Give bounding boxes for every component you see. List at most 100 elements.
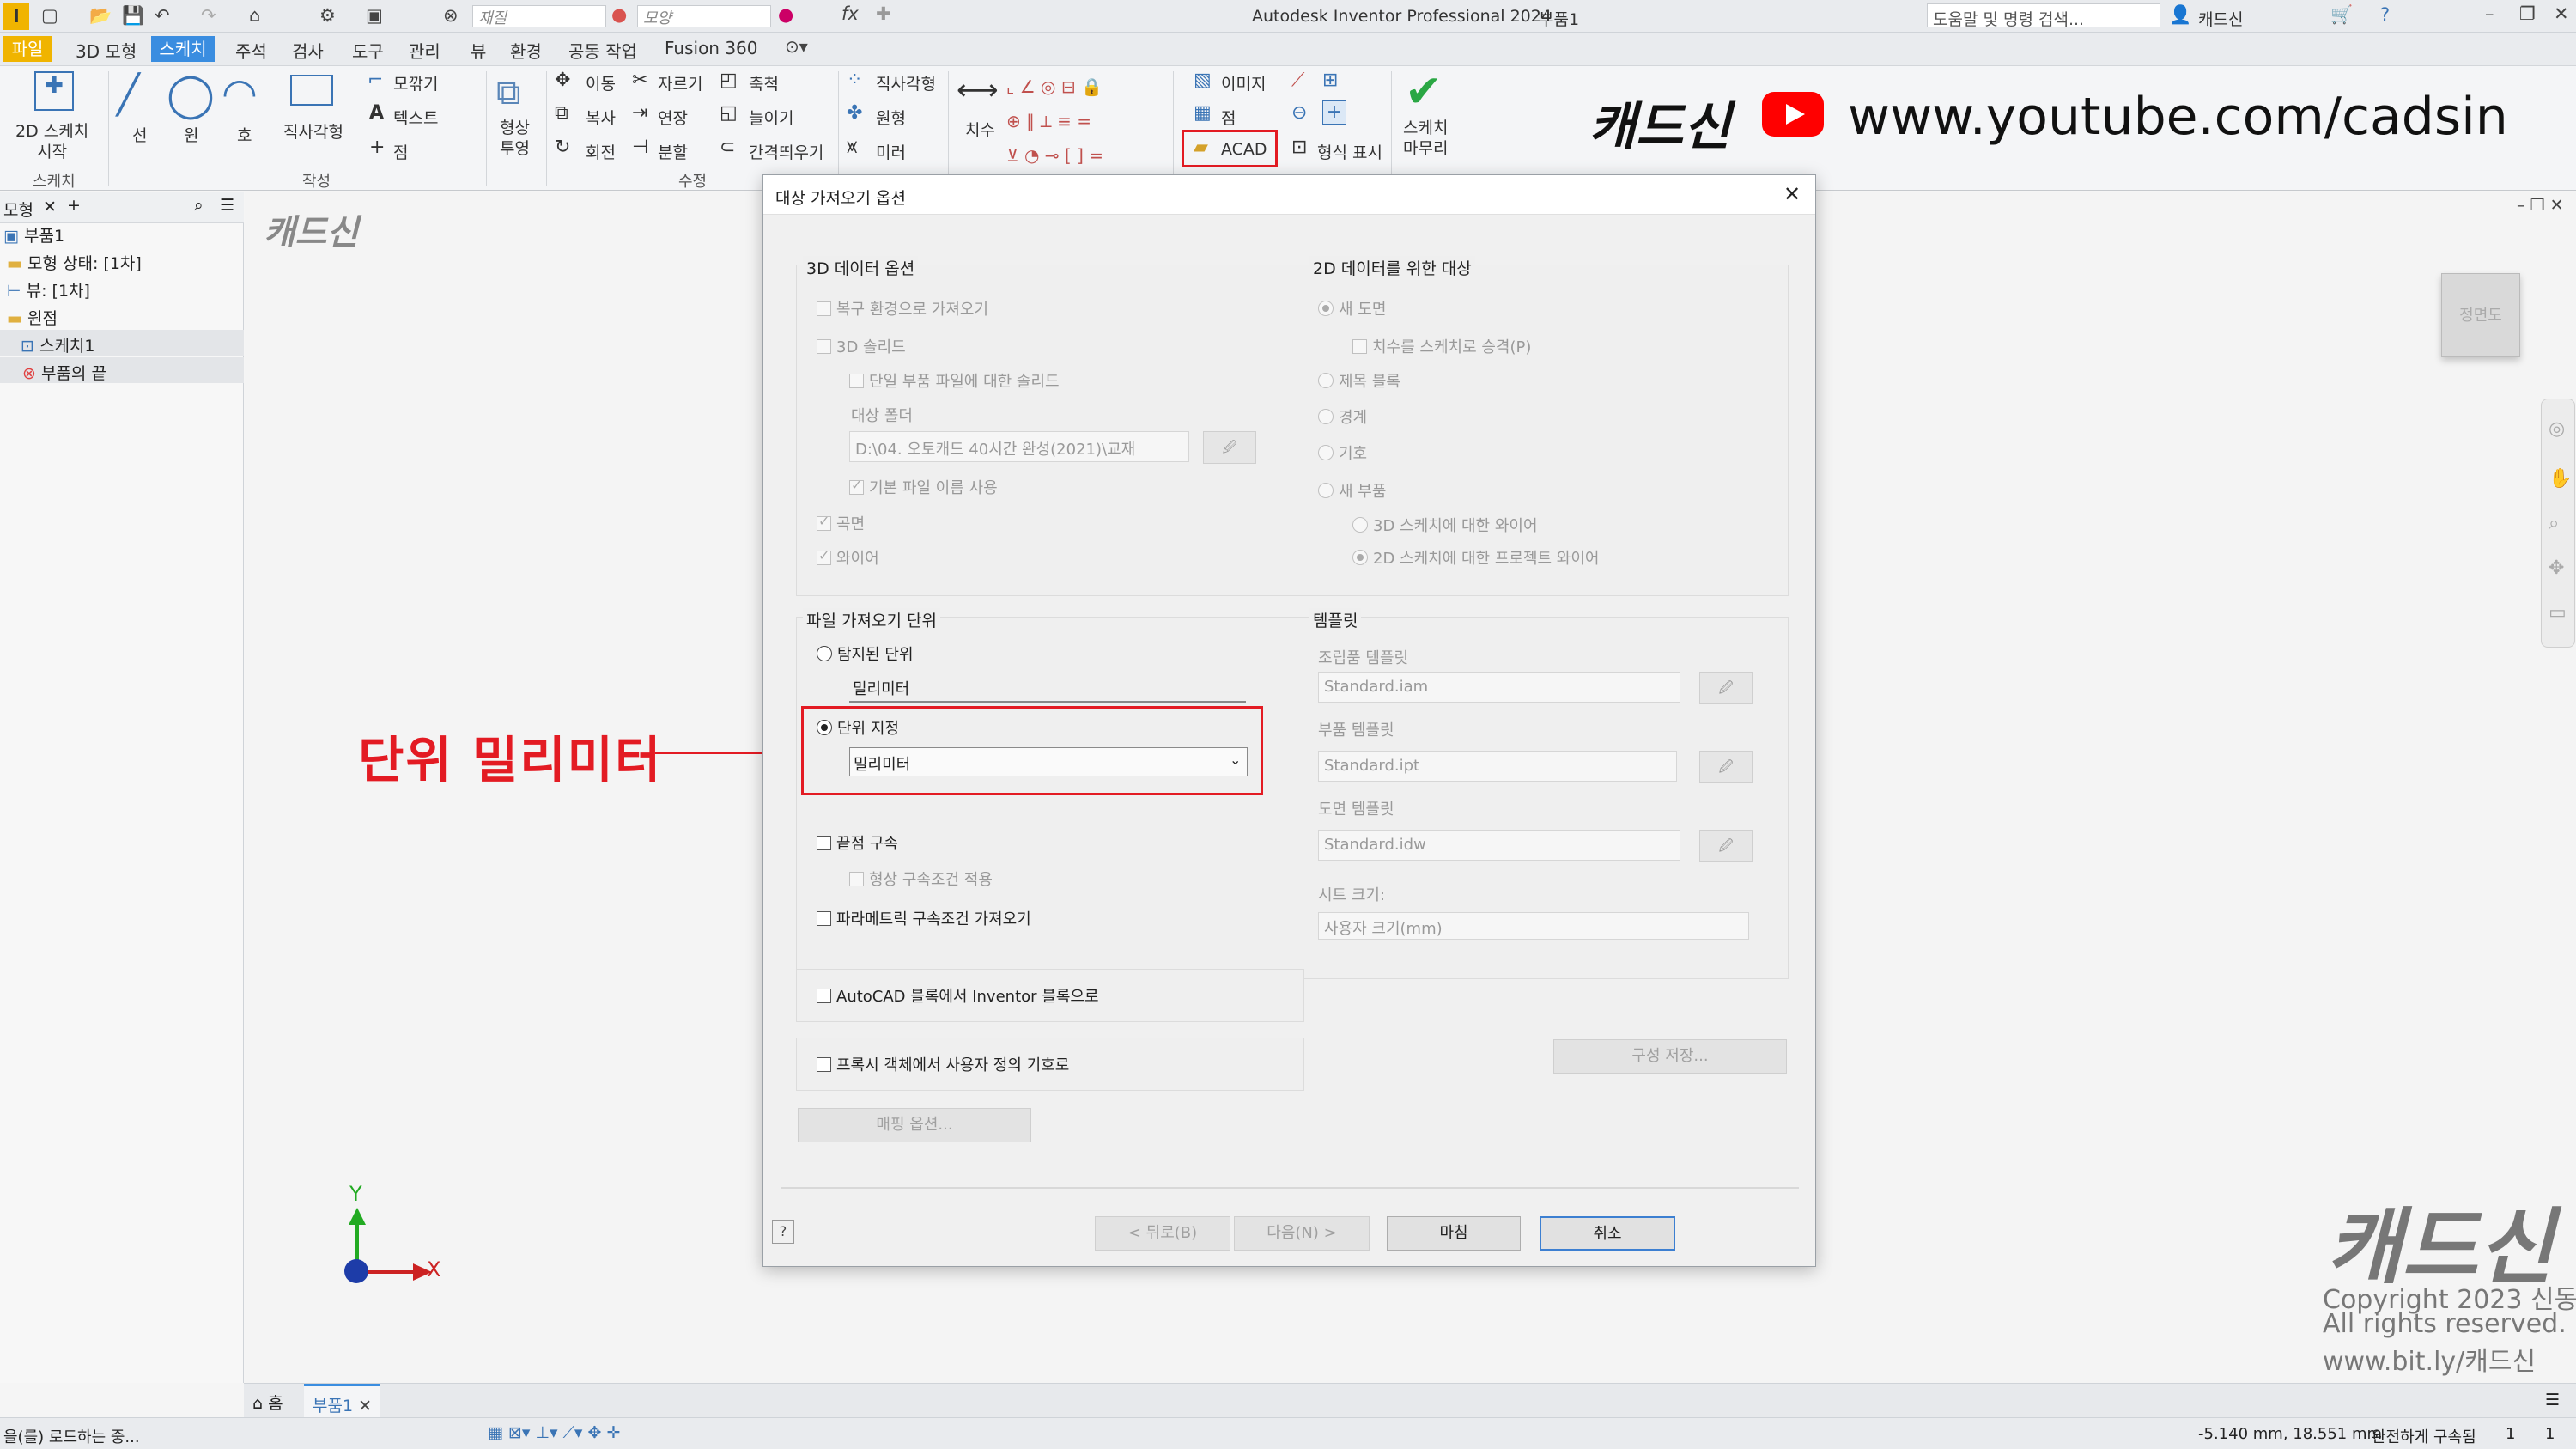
save-icon[interactable]: 💾 bbox=[122, 5, 144, 27]
help-search-input[interactable]: 도움말 및 명령 검색... bbox=[1927, 3, 2160, 29]
offset-label[interactable]: 간격띄우기 bbox=[749, 140, 823, 163]
radio-2d-sketch-wire[interactable]: 2D 스케치에 대한 프로젝트 와이어 bbox=[1352, 546, 1599, 569]
tab-manage[interactable]: 관리 bbox=[409, 38, 440, 63]
circle-label[interactable]: 원 bbox=[184, 123, 198, 146]
measure-icon[interactable]: ▣ bbox=[366, 5, 383, 26]
checkbox-parametric-constraint[interactable]: 파라메트릭 구속조건 가져오기 bbox=[817, 907, 1031, 929]
tab-view[interactable]: 뷰 bbox=[471, 38, 486, 63]
tab-annotate[interactable]: 주석 bbox=[235, 38, 267, 63]
acad-label[interactable]: ACAD bbox=[1221, 140, 1267, 159]
tree-item-view[interactable]: ⊢ 뷰: [1차] bbox=[7, 278, 90, 301]
close-icon[interactable]: ✕ bbox=[2554, 3, 2569, 24]
dimension-label[interactable]: 치수 bbox=[965, 118, 995, 141]
checkbox-promote-dims[interactable]: 치수를 스케치로 승격(P) bbox=[1352, 335, 1531, 357]
look-at-icon[interactable]: ▭ bbox=[2549, 602, 2567, 624]
pan-icon[interactable]: ✋ bbox=[2549, 468, 2572, 490]
checkbox-restore-env[interactable]: 복구 환경으로 가져오기 bbox=[817, 297, 988, 320]
close-tab-icon[interactable]: ✕ bbox=[43, 198, 57, 216]
app-icon[interactable]: I bbox=[3, 3, 29, 30]
checkbox-endpoint-constraint[interactable]: 끝점 구속 bbox=[817, 831, 898, 854]
zoom-icon[interactable]: ⌕ bbox=[2549, 513, 2559, 534]
tab-file[interactable]: 파일 bbox=[3, 36, 52, 62]
clear-appearance-icon[interactable]: ● bbox=[778, 4, 793, 25]
radio-new-drawing[interactable]: 새 도면 bbox=[1318, 297, 1386, 320]
fx-icon[interactable]: fx bbox=[841, 3, 859, 24]
user-icon[interactable]: 👤 bbox=[2169, 4, 2191, 26]
finish-button[interactable]: 마침 bbox=[1387, 1216, 1521, 1251]
help-icon[interactable]: ? bbox=[772, 1220, 794, 1244]
tab-part1[interactable]: 부품1 ✕ bbox=[304, 1384, 381, 1418]
appearance-icon[interactable]: ● bbox=[611, 4, 627, 25]
construction-icon[interactable]: ⟋ bbox=[1291, 70, 1304, 91]
mapping-options-button[interactable]: 매핑 옵션... bbox=[798, 1108, 1031, 1142]
move-label[interactable]: 이동 bbox=[586, 71, 616, 94]
rotate-label[interactable]: 회전 bbox=[586, 140, 616, 163]
browse-part-button[interactable]: 🖉 bbox=[1699, 751, 1753, 783]
tree-item-end-of-part[interactable]: ⊗ 부품의 끝 bbox=[0, 357, 244, 383]
circle-icon[interactable]: ◯ bbox=[167, 70, 215, 119]
browse-assembly-button[interactable]: 🖉 bbox=[1699, 672, 1753, 704]
acad-icon[interactable]: ▰ bbox=[1194, 137, 1208, 158]
radio-detected-units[interactable]: 탐지된 단위 bbox=[817, 642, 914, 665]
stretch-label[interactable]: 늘이기 bbox=[749, 106, 793, 129]
text-label[interactable]: 텍스트 bbox=[393, 106, 438, 129]
mirror-icon[interactable]: ⩙ bbox=[847, 137, 857, 158]
browse-drawing-button[interactable]: 🖉 bbox=[1699, 830, 1753, 862]
cart-icon[interactable]: 🛒 bbox=[2330, 4, 2353, 26]
add-tab-icon[interactable]: + bbox=[67, 196, 81, 215]
checkbox-acad-blocks[interactable]: AutoCAD 블록에서 Inventor 블록으로 bbox=[817, 984, 1099, 1007]
update-icon[interactable]: ⚙ bbox=[319, 5, 336, 26]
show-format-icon[interactable]: ⊡ bbox=[1291, 137, 1307, 158]
open-icon[interactable]: 📂 bbox=[89, 5, 112, 27]
circ-pattern-label[interactable]: 원형 bbox=[876, 106, 906, 129]
part-template-field[interactable]: Standard.ipt bbox=[1318, 751, 1677, 782]
centerline-icon[interactable]: ⊞ bbox=[1322, 70, 1338, 91]
points-import-label[interactable]: 점 bbox=[1221, 106, 1236, 129]
tab-sketch[interactable]: 스케치 bbox=[151, 36, 215, 62]
target-folder-field[interactable]: D:\04. 오토캐드 40시간 완성(2021)\교재 bbox=[849, 431, 1189, 462]
status-tools[interactable]: ▦ ⊠▾ ⊥▾ ⟋▾ ✥ ✛ bbox=[488, 1423, 620, 1442]
point-icon[interactable]: + bbox=[369, 137, 385, 158]
circ-pattern-icon[interactable]: ✤ bbox=[847, 102, 862, 124]
line-icon[interactable]: ╱ bbox=[117, 73, 140, 117]
stop-icon[interactable]: ⊗ bbox=[443, 5, 459, 26]
minimize-icon[interactable]: – bbox=[2485, 3, 2494, 24]
trim-icon[interactable]: ✂ bbox=[632, 70, 647, 91]
checkbox-proxy[interactable]: 프록시 객체에서 사용자 정의 기호로 bbox=[817, 1053, 1069, 1075]
driven-dim-icon[interactable]: + bbox=[1322, 100, 1346, 125]
points-import-icon[interactable]: ▦ bbox=[1194, 102, 1212, 124]
finish-sketch-label[interactable]: 스케치 마무리 bbox=[1403, 118, 1448, 159]
arc-icon[interactable]: ◠ bbox=[222, 70, 258, 118]
next-button[interactable]: 다음(N) > bbox=[1234, 1216, 1370, 1251]
tab-model[interactable]: 모형 bbox=[3, 198, 33, 221]
user-name[interactable]: 캐드신 bbox=[2198, 7, 2243, 30]
tab-inspect[interactable]: 검사 bbox=[292, 38, 324, 63]
rectangle-label[interactable]: 직사각형 bbox=[283, 119, 343, 143]
copy-icon[interactable]: ⧉ bbox=[555, 102, 568, 124]
checkbox-geometric-constraint[interactable]: 형상 구속조건 적용 bbox=[849, 868, 993, 890]
tree-item-part[interactable]: ▣ 부품1 bbox=[3, 223, 64, 247]
point-label[interactable]: 점 bbox=[393, 140, 408, 163]
radio-title-block[interactable]: 제목 블록 bbox=[1318, 369, 1400, 392]
scale-label[interactable]: 축척 bbox=[749, 71, 779, 94]
start-2d-sketch-label[interactable]: 2D 스케치 시작 bbox=[15, 121, 88, 162]
home-tab[interactable]: ⌂ 홈 bbox=[252, 1391, 283, 1414]
project-geometry-icon[interactable]: ⧉ bbox=[496, 73, 521, 113]
material-dropdown[interactable]: 재질 bbox=[472, 5, 606, 27]
trim-label[interactable]: 자르기 bbox=[658, 71, 702, 94]
create-group-label[interactable]: 작성 bbox=[302, 169, 331, 192]
ribbon-options-icon[interactable]: ⊙▾ bbox=[785, 36, 808, 57]
text-icon[interactable]: A bbox=[369, 102, 384, 124]
checkbox-default-filename[interactable]: 기본 파일 이름 사용 bbox=[849, 476, 998, 498]
move-icon[interactable]: ✥ bbox=[555, 70, 570, 91]
mirror-label[interactable]: 미러 bbox=[876, 140, 906, 163]
home-icon[interactable]: ⌂ bbox=[249, 5, 260, 26]
assembly-template-field[interactable]: Standard.iam bbox=[1318, 672, 1680, 703]
redo-icon[interactable]: ↷ bbox=[201, 5, 216, 26]
split-label[interactable]: 분할 bbox=[658, 140, 688, 163]
radio-symbol[interactable]: 기호 bbox=[1318, 441, 1367, 464]
search-icon[interactable]: ⌕ bbox=[194, 196, 204, 215]
save-configuration-button[interactable]: 구성 저장... bbox=[1553, 1039, 1787, 1074]
maximize-icon[interactable]: ❐ bbox=[2519, 3, 2536, 24]
scale-icon[interactable]: ◰ bbox=[720, 70, 738, 91]
